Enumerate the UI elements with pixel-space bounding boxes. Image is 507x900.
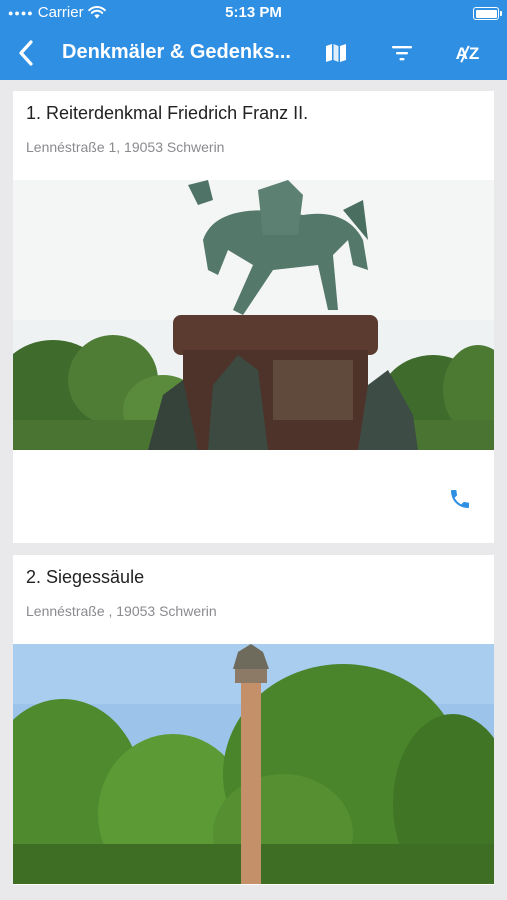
filter-icon <box>392 46 412 61</box>
battery-icon <box>473 7 502 20</box>
map-icon <box>326 44 346 62</box>
filter-button[interactable] <box>386 37 418 69</box>
chevron-left-icon <box>19 40 33 66</box>
list-item[interactable]: 2. Siegessäule Lennéstraße , 19053 Schwe… <box>13 555 494 885</box>
map-button[interactable] <box>320 37 352 69</box>
item-title: 1. Reiterdenkmal Friedrich Franz II. <box>26 103 309 123</box>
victory-column-photo <box>13 644 494 884</box>
equestrian-statue-photo <box>13 180 494 450</box>
phone-button[interactable] <box>445 484 475 514</box>
phone-icon <box>451 490 469 508</box>
navigation-bar: Denkmäler & Gedenks... AZ <box>0 26 507 80</box>
page-title: Denkmäler & Gedenks... <box>62 41 291 63</box>
sort-button[interactable]: AZ <box>452 37 484 69</box>
item-address: Lennéstraße 1, 19053 Schwerin <box>26 139 225 155</box>
item-address: Lennéstraße , 19053 Schwerin <box>26 603 217 619</box>
list-item[interactable]: 1. Reiterdenkmal Friedrich Franz II. Len… <box>13 91 494 543</box>
sort-az-icon: AZ <box>456 45 481 62</box>
item-title: 2. Siegessäule <box>26 567 145 587</box>
back-button[interactable] <box>10 37 42 69</box>
status-bar: ●●●● Carrier 5:13 PM <box>0 0 507 26</box>
status-time: 5:13 PM <box>225 4 282 21</box>
